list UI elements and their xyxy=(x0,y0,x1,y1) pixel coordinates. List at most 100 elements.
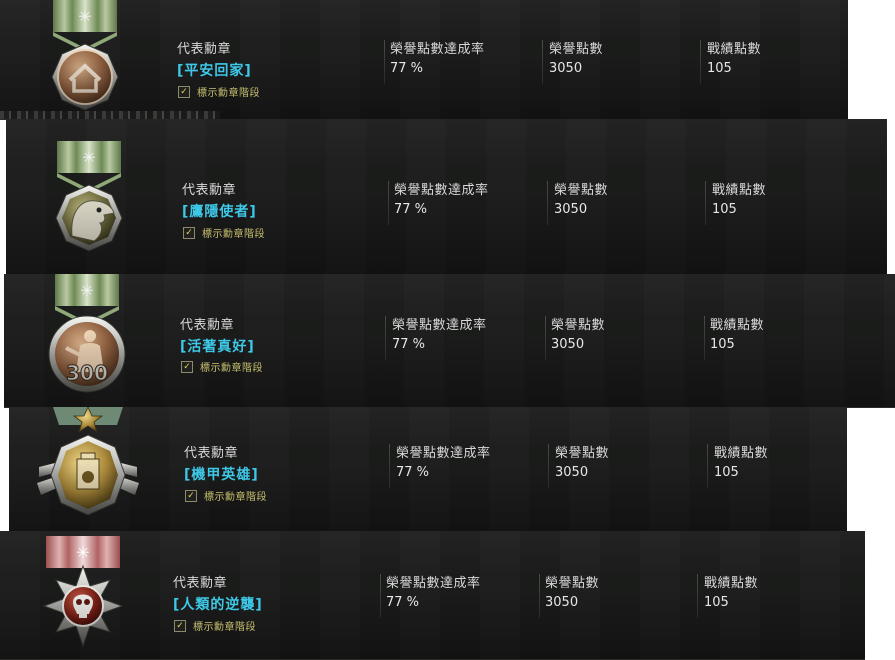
honor-points-label: 榮譽點數 xyxy=(551,318,606,333)
battle-points-label: 戰績點數 xyxy=(707,42,762,57)
show-medal-tier-label: 標示勳章階段 xyxy=(193,622,256,633)
representative-medal-label: 代表勳章 xyxy=(182,183,237,198)
mech-hero-medal-icon xyxy=(37,407,139,516)
show-medal-tier-checkbox[interactable]: ✓ 標示勳章階段 xyxy=(174,618,256,633)
representative-medal-label: 代表勳章 xyxy=(177,42,232,57)
honor-points-value: 3050 xyxy=(554,202,588,217)
honor-points-stat: 榮譽點數 3050 xyxy=(554,179,608,217)
battle-points-value: 105 xyxy=(707,61,732,76)
medal-card-2: ✳ 代表勳章 [鷹隱使者] ✓ 標示勳章階段 榮譽點數達成率 77 % 榮譽點數… xyxy=(6,119,887,275)
svg-text:✳: ✳ xyxy=(82,148,95,167)
soldier-300-medal-icon: ✳ 300 xyxy=(48,274,126,393)
battle-points-stat: 戰績點數 105 xyxy=(707,38,761,76)
checkmark-icon: ✓ xyxy=(174,619,186,632)
divider xyxy=(547,181,548,225)
honor-rate-label: 榮譽點數達成率 xyxy=(386,576,481,591)
render-artifact xyxy=(0,111,220,119)
honor-points-stat: 榮譽點數 3050 xyxy=(549,38,603,76)
battle-points-value: 105 xyxy=(712,202,737,217)
honor-rate-value: 77 % xyxy=(394,202,428,217)
battle-points-stat: 戰績點數 105 xyxy=(704,572,758,610)
divider xyxy=(539,574,540,618)
eagle-head-medal-icon: ✳ xyxy=(55,141,123,252)
honor-points-label: 榮譽點數 xyxy=(555,446,610,461)
representative-medal-label: 代表勳章 xyxy=(180,318,235,333)
honor-points-stat: 榮譽點數 3050 xyxy=(551,314,605,352)
divider xyxy=(545,316,546,360)
divider xyxy=(548,444,549,488)
honor-rate-value: 77 % xyxy=(392,337,426,352)
show-medal-tier-checkbox[interactable]: ✓ 標示勳章階段 xyxy=(183,225,265,240)
honor-rate-stat: 榮譽點數達成率 77 % xyxy=(392,314,487,352)
battle-points-value: 105 xyxy=(710,337,735,352)
divider xyxy=(697,574,698,618)
battle-points-stat: 戰績點數 105 xyxy=(714,442,768,480)
divider xyxy=(707,444,708,488)
show-medal-tier-checkbox[interactable]: ✓ 標示勳章階段 xyxy=(181,359,263,374)
medal-name: [機甲英雄] xyxy=(184,467,259,483)
show-medal-tier-label: 標示勳章階段 xyxy=(200,363,263,374)
medal-info: 代表勳章 [平安回家] xyxy=(177,38,252,80)
show-medal-tier-label: 標示勳章階段 xyxy=(197,88,260,99)
medal-info: 代表勳章 [機甲英雄] xyxy=(184,442,259,484)
battle-points-label: 戰績點數 xyxy=(704,576,759,591)
svg-text:✳: ✳ xyxy=(78,7,91,26)
divider xyxy=(384,40,385,84)
svg-text:✳: ✳ xyxy=(80,281,93,300)
show-medal-tier-label: 標示勳章階段 xyxy=(202,229,265,240)
honor-points-value: 3050 xyxy=(555,465,589,480)
divider xyxy=(385,316,386,360)
honor-points-label: 榮譽點數 xyxy=(545,576,600,591)
divider xyxy=(542,40,543,84)
battle-points-label: 戰績點數 xyxy=(714,446,769,461)
medal-name: [鷹隱使者] xyxy=(182,204,257,220)
honor-rate-stat: 榮譽點數達成率 77 % xyxy=(390,38,485,76)
honor-rate-value: 77 % xyxy=(386,595,420,610)
skull-medal-icon: ✳ xyxy=(42,536,124,648)
medal-info: 代表勳章 [活著真好] xyxy=(180,314,255,356)
honor-rate-label: 榮譽點數達成率 xyxy=(390,42,485,57)
svg-text:300: 300 xyxy=(66,361,108,385)
divider xyxy=(704,316,705,360)
battle-points-label: 戰績點數 xyxy=(712,183,767,198)
battle-points-value: 105 xyxy=(704,595,729,610)
battle-points-value: 105 xyxy=(714,465,739,480)
honor-points-stat: 榮譽點數 3050 xyxy=(555,442,609,480)
medal-card-3: ✳ 300 代表勳章 [活著真好] ✓ 標示勳章階段 榮譽點數達成率 77 % … xyxy=(4,274,895,408)
honor-points-value: 3050 xyxy=(545,595,579,610)
show-medal-tier-checkbox[interactable]: ✓ 標示勳章階段 xyxy=(178,84,260,99)
divider xyxy=(380,574,381,618)
honor-rate-value: 77 % xyxy=(396,465,430,480)
home-return-medal-icon: ✳ xyxy=(51,0,119,111)
battle-points-stat: 戰績點數 105 xyxy=(710,314,764,352)
show-medal-tier-label: 標示勳章階段 xyxy=(204,492,267,503)
medal-card-4: 代表勳章 [機甲英雄] ✓ 標示勳章階段 榮譽點數達成率 77 % 榮譽點數 3… xyxy=(9,407,847,532)
representative-medal-label: 代表勳章 xyxy=(173,576,228,591)
checkmark-icon: ✓ xyxy=(178,85,190,98)
honor-rate-stat: 榮譽點數達成率 77 % xyxy=(396,442,491,480)
divider xyxy=(705,181,706,225)
honor-rate-value: 77 % xyxy=(390,61,424,76)
divider xyxy=(389,444,390,488)
honor-points-label: 榮譽點數 xyxy=(549,42,604,57)
battle-points-label: 戰績點數 xyxy=(710,318,765,333)
honor-points-value: 3050 xyxy=(551,337,585,352)
svg-text:✳: ✳ xyxy=(76,543,89,562)
divider xyxy=(388,181,389,225)
medal-card-1: ✳ 代表勳章 [平安回家] ✓ 標示勳章階段 榮譽點數達成率 77 % 榮譽點數… xyxy=(0,0,848,120)
medal-card-5: ✳ 代表勳章 [人類的逆襲] ✓ 標示勳章階段 榮譽點數達成率 77 % 榮譽點… xyxy=(0,531,865,660)
honor-rate-stat: 榮譽點數達成率 77 % xyxy=(394,179,489,217)
checkmark-icon: ✓ xyxy=(183,226,195,239)
honor-points-label: 榮譽點數 xyxy=(554,183,609,198)
honor-points-value: 3050 xyxy=(549,61,583,76)
medal-info: 代表勳章 [人類的逆襲] xyxy=(173,572,263,614)
show-medal-tier-checkbox[interactable]: ✓ 標示勳章階段 xyxy=(185,488,267,503)
checkmark-icon: ✓ xyxy=(185,489,197,502)
representative-medal-label: 代表勳章 xyxy=(184,446,239,461)
honor-points-stat: 榮譽點數 3050 xyxy=(545,572,599,610)
checkmark-icon: ✓ xyxy=(181,360,193,373)
medal-name: [人類的逆襲] xyxy=(173,597,263,613)
divider xyxy=(700,40,701,84)
medal-info: 代表勳章 [鷹隱使者] xyxy=(182,179,257,221)
honor-rate-stat: 榮譽點數達成率 77 % xyxy=(386,572,481,610)
